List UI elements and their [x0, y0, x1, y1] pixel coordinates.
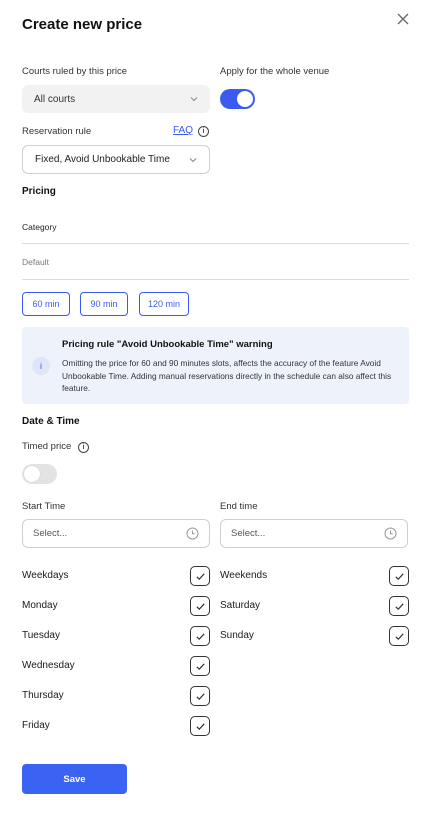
warning-banner: i Pricing rule "Avoid Unbookable Time" w…	[22, 327, 409, 404]
checkmark-icon	[394, 602, 404, 610]
chevron-down-icon	[190, 97, 198, 102]
day-label-weekdays: Weekdays	[22, 570, 69, 581]
checkmark-icon	[195, 632, 205, 640]
start-time-input[interactable]: Select...	[22, 519, 210, 548]
checkbox-thursday[interactable]	[190, 686, 210, 706]
warning-text: Omitting the price for 60 and 90 minutes…	[62, 358, 392, 393]
checkmark-icon	[195, 572, 205, 580]
courts-select[interactable]: All courts	[22, 85, 210, 113]
courts-label: Courts ruled by this price	[22, 66, 128, 77]
toggle-knob	[24, 466, 40, 482]
venue-label: Apply for the whole venue	[220, 66, 330, 77]
checkbox-weekends[interactable]	[389, 566, 409, 586]
duration-chip-90[interactable]: 90 min	[80, 292, 128, 316]
faq-link[interactable]: FAQ	[173, 125, 193, 136]
end-time-label: End time	[220, 501, 258, 512]
checkmark-icon	[195, 602, 205, 610]
venue-toggle[interactable]	[220, 89, 255, 109]
close-icon[interactable]	[396, 12, 410, 26]
reservation-label: Reservation rule	[22, 126, 92, 137]
checkbox-weekdays[interactable]	[190, 566, 210, 586]
day-label-wednesday: Wednesday	[22, 660, 75, 671]
clock-icon	[186, 527, 199, 540]
day-label-weekends: Weekends	[220, 570, 268, 581]
end-time-input[interactable]: Select...	[220, 519, 408, 548]
checkmark-icon	[394, 572, 404, 580]
end-time-placeholder: Select...	[231, 528, 266, 539]
timed-price-label: Timed price	[22, 441, 72, 452]
checkmark-icon	[195, 722, 205, 730]
duration-chip-60[interactable]: 60 min	[22, 292, 70, 316]
checkbox-tuesday[interactable]	[190, 626, 210, 646]
start-time-placeholder: Select...	[33, 528, 68, 539]
clock-icon	[384, 527, 397, 540]
chevron-down-icon	[189, 157, 197, 162]
checkbox-sunday[interactable]	[389, 626, 409, 646]
divider	[22, 243, 409, 244]
day-label-saturday: Saturday	[220, 600, 261, 611]
info-icon[interactable]: i	[78, 442, 89, 453]
checkbox-wednesday[interactable]	[190, 656, 210, 676]
category-value: Default	[22, 257, 49, 267]
day-label-thursday: Thursday	[22, 690, 64, 701]
checkbox-friday[interactable]	[190, 716, 210, 736]
warning-title: Pricing rule "Avoid Unbookable Time" war…	[62, 339, 273, 350]
checkbox-monday[interactable]	[190, 596, 210, 616]
duration-chip-120[interactable]: 120 min	[139, 292, 189, 316]
divider	[22, 279, 409, 280]
start-time-label: Start Time	[22, 501, 66, 512]
checkbox-saturday[interactable]	[389, 596, 409, 616]
day-label-sunday: Sunday	[220, 630, 254, 641]
day-label-friday: Friday	[22, 720, 50, 731]
datetime-heading: Date & Time	[22, 416, 80, 427]
info-icon: i	[32, 357, 50, 375]
checkmark-icon	[394, 632, 404, 640]
checkmark-icon	[195, 692, 205, 700]
save-button[interactable]: Save	[22, 764, 127, 794]
reservation-select[interactable]: Fixed, Avoid Unbookable Time	[22, 145, 210, 174]
day-label-monday: Monday	[22, 600, 58, 611]
reservation-select-value: Fixed, Avoid Unbookable Time	[35, 154, 170, 165]
checkmark-icon	[195, 662, 205, 670]
toggle-knob	[237, 91, 253, 107]
day-label-tuesday: Tuesday	[22, 630, 60, 641]
timed-price-toggle[interactable]	[22, 464, 57, 484]
category-label: Category	[22, 222, 57, 232]
pricing-heading: Pricing	[22, 186, 56, 197]
courts-select-value: All courts	[34, 93, 76, 105]
page-title: Create new price	[22, 16, 143, 33]
info-icon[interactable]: i	[198, 126, 209, 137]
